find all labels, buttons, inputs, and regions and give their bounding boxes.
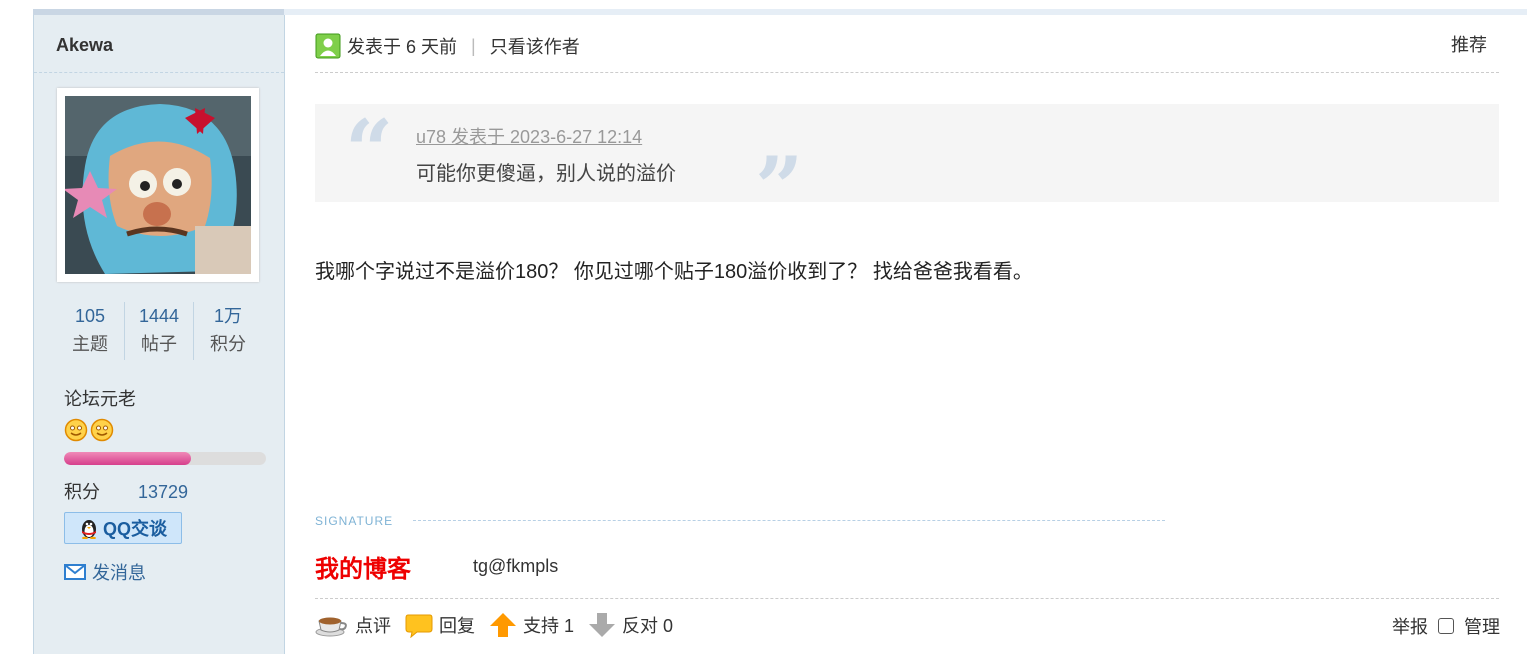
top-border (33, 0, 1527, 15)
speech-bubble-icon (405, 614, 433, 638)
quote-block: “ u78 发表于 2023-6-27 12:14 可能你更傻逼，别人说的溢价 … (315, 101, 1499, 230)
author-username[interactable]: Akewa (56, 35, 113, 56)
avatar[interactable] (57, 88, 259, 282)
quote-text: 可能你更傻逼，别人说的溢价 (416, 163, 676, 185)
post-foot-divider (315, 598, 1499, 599)
post-meta: 发表于 6 天前 | 只看该作者 (315, 33, 580, 59)
recommend-link[interactable]: 推荐 (1451, 31, 1487, 57)
qq-penguin-icon (81, 520, 96, 539)
quote-header-link[interactable]: u78 发表于 2023-6-27 12:14 (416, 123, 642, 149)
stat-value: 1444 (138, 306, 180, 326)
stat-label: 帖子 (141, 334, 177, 354)
sidebar-divider (34, 72, 284, 73)
stat-value: 105 (74, 306, 106, 326)
oppose-button[interactable]: 反对 0 (588, 612, 673, 638)
post-body: 我哪个字说过不是溢价180？ 你见过哪个贴子180溢价收到了？ 找给爸爸我看看。 (315, 261, 1033, 283)
comment-button[interactable]: 点评 (315, 612, 391, 638)
manage-checkbox[interactable] (1438, 618, 1454, 634)
oppose-label: 反对 0 (622, 616, 674, 636)
post-head-divider (315, 72, 1499, 73)
smiley-icon (64, 418, 88, 442)
avatar-image (65, 96, 251, 274)
credits-label: 积分 (64, 482, 100, 502)
author-stats: 105 主题 1444 帖子 1万 积分 (56, 302, 262, 360)
signature-title: SIGNATURE (315, 514, 394, 528)
report-link[interactable]: 举报 (1392, 613, 1428, 639)
arrow-up-icon (490, 613, 516, 637)
quote-close-icon: ” (755, 138, 804, 237)
qq-chat-button[interactable]: QQ交谈 (64, 512, 182, 544)
manage-label[interactable]: 管理 (1464, 613, 1500, 639)
quote-open-icon: “ (345, 101, 394, 200)
rank-stars (64, 418, 114, 442)
stat-value: 1万 (213, 306, 242, 326)
user-rank: 论坛元老 (64, 389, 136, 409)
online-status-icon (315, 33, 341, 59)
support-label: 支持 1 (523, 616, 575, 636)
reply-label: 回复 (439, 616, 475, 636)
envelope-icon (64, 564, 86, 580)
stat-label: 主题 (72, 334, 108, 354)
comment-label: 点评 (355, 616, 391, 636)
post-content: 发表于 6 天前 | 只看该作者 推荐 “ u78 发表于 2023-6-27 … (284, 15, 1527, 654)
stat-label: 积分 (210, 334, 246, 354)
send-message-label: 发消息 (92, 563, 146, 583)
arrow-down-icon (589, 613, 616, 637)
meta-divider: | (471, 35, 476, 56)
author-sidebar: Akewa 105 主题 1444 帖子 1万 积分 论坛元老 积分 13729… (33, 15, 285, 654)
author-only-link[interactable]: 只看该作者 (490, 33, 580, 59)
signature-blog-link[interactable]: 我的博客 (315, 549, 411, 584)
signature-contact: tg@fkmpls (473, 556, 559, 576)
credits-row: 积分 13729 (64, 478, 188, 504)
credits-value: 13729 (138, 482, 189, 502)
qq-chat-label: QQ交谈 (102, 519, 167, 539)
rank-progress-fill (64, 452, 192, 465)
send-message-link[interactable]: 发消息 (64, 559, 146, 585)
stat-posts[interactable]: 1444 帖子 (124, 302, 193, 360)
smiley-icon (90, 418, 114, 442)
post-admin-actions: 举报 管理 (1392, 613, 1500, 639)
teacup-icon (315, 617, 347, 637)
post-actions: 点评 回复 支持 1 反对 0 (315, 612, 687, 638)
stat-credits[interactable]: 1万 积分 (193, 302, 262, 360)
signature-divider (413, 520, 1165, 521)
support-button[interactable]: 支持 1 (489, 612, 574, 638)
stat-threads[interactable]: 105 主题 (56, 302, 124, 360)
reply-button[interactable]: 回复 (405, 612, 475, 638)
rank-progress-bar (64, 452, 266, 465)
post-time: 发表于 6 天前 (347, 37, 458, 57)
